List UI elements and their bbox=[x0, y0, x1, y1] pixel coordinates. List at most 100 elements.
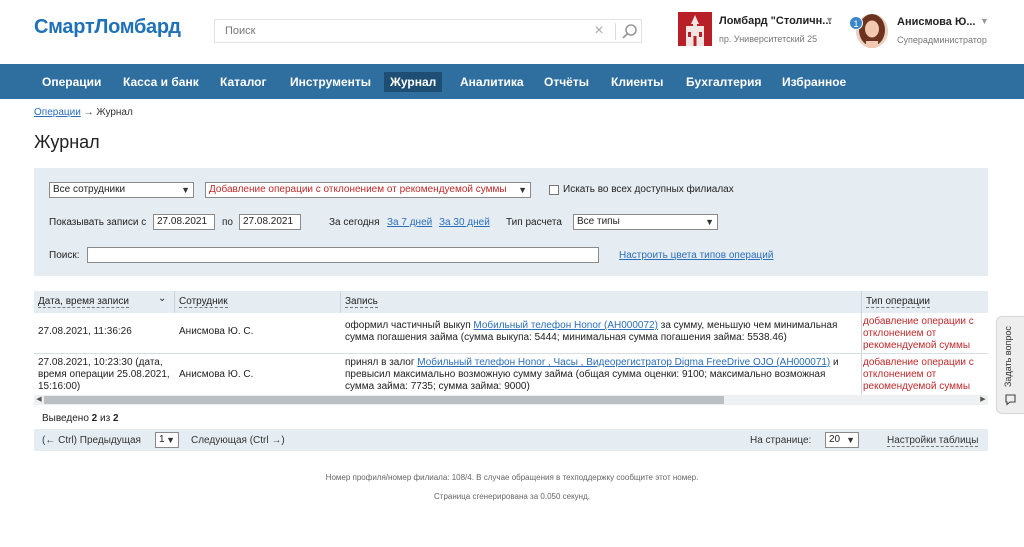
all-branches-checkbox[interactable] bbox=[549, 185, 559, 195]
search-label: Поиск: bbox=[49, 250, 80, 261]
journal-search-input[interactable] bbox=[87, 247, 599, 263]
row-employee: Анисмова Ю. С. bbox=[179, 326, 254, 337]
footer-generation-time: Страница сгенерирована за 0.050 секунд. bbox=[434, 492, 590, 501]
nav-item-catalog[interactable]: Каталог bbox=[214, 72, 273, 92]
next-page-button[interactable]: Следующая (Ctrl →) bbox=[191, 435, 285, 446]
scroll-right-icon[interactable]: ▶ bbox=[978, 395, 988, 405]
scrollbar-thumb[interactable] bbox=[44, 396, 724, 404]
footer-profile-info: Номер профиля/номер филиала: 108/4. В сл… bbox=[325, 473, 699, 482]
date-to-label: по bbox=[222, 217, 233, 228]
nav-item-reports[interactable]: Отчёты bbox=[538, 72, 595, 92]
user-name[interactable]: Анисмова Ю... bbox=[897, 16, 975, 28]
per-page-select-value: 20 bbox=[829, 434, 841, 445]
records-total: 2 bbox=[112, 413, 119, 424]
breadcrumb-arrow: → bbox=[83, 107, 94, 118]
date-to-input[interactable]: 27.08.2021 bbox=[239, 214, 301, 230]
chevron-down-icon: ▼ bbox=[846, 435, 855, 445]
nav-item-operations[interactable]: Операции bbox=[36, 72, 107, 92]
main-nav: Операции Касса и банк Каталог Инструмент… bbox=[0, 64, 1024, 99]
column-header-date[interactable]: Дата, время записи ⌄ bbox=[34, 291, 174, 313]
chevron-down-icon: ▼ bbox=[181, 185, 190, 195]
table-settings-link[interactable]: Настройки таблицы bbox=[887, 435, 979, 447]
employee-select-value: Все сотрудники bbox=[53, 184, 126, 195]
configure-colors-link[interactable]: Настроить цвета типов операций bbox=[619, 250, 773, 261]
chat-bubble-icon bbox=[1005, 394, 1016, 406]
ask-question-tab[interactable]: Задать вопрос bbox=[996, 316, 1024, 414]
sort-chevron-down-icon[interactable]: ⌄ bbox=[158, 288, 166, 310]
calc-type-label: Тип расчета bbox=[506, 217, 562, 228]
breadcrumb: Операции → Журнал bbox=[34, 107, 133, 118]
search-separator bbox=[615, 23, 616, 40]
branch-chevron-down-icon[interactable]: ▼ bbox=[825, 15, 834, 25]
row-record: принял в залог Мобильный телефон Honor ,… bbox=[345, 357, 857, 393]
row-record-item-link[interactable]: Мобильный телефон Honor , Часы , Видеоре… bbox=[417, 357, 830, 368]
column-separator bbox=[861, 291, 862, 395]
global-search-input[interactable] bbox=[223, 23, 583, 39]
per-page-select[interactable]: 20 ▼ bbox=[825, 432, 859, 448]
row-operation-type: добавление операции с отклонением от рек… bbox=[863, 316, 974, 351]
records-count: Выведено 2 из 2 bbox=[42, 413, 119, 424]
chevron-down-icon: ▼ bbox=[705, 217, 714, 227]
records-count-middle: из bbox=[97, 413, 113, 424]
calc-type-select[interactable]: Все типы ▼ bbox=[573, 214, 718, 230]
nav-item-accounting[interactable]: Бухгалтерия bbox=[680, 72, 768, 92]
nav-item-analytics[interactable]: Аналитика bbox=[454, 72, 530, 92]
pager: (← Ctrl) Предыдущая 1 ▼ Следующая (Ctrl →… bbox=[34, 429, 988, 451]
date-from-label: Показывать записи с bbox=[49, 217, 147, 228]
column-header-employee[interactable]: Сотрудник bbox=[175, 291, 340, 313]
column-header-employee-label: Сотрудник bbox=[179, 296, 228, 308]
calc-type-select-value: Все типы bbox=[577, 216, 620, 227]
nav-item-clients[interactable]: Клиенты bbox=[605, 72, 669, 92]
records-count-prefix: Выведено bbox=[42, 413, 92, 424]
column-separator bbox=[174, 291, 175, 313]
operation-type-select[interactable]: Добавление операции с отклонением от рек… bbox=[205, 182, 531, 198]
last-7-days-link[interactable]: За 7 дней bbox=[387, 217, 432, 228]
branch-address: пр. Университетский 25 bbox=[719, 34, 818, 44]
chevron-down-icon: ▼ bbox=[166, 435, 175, 445]
branch-image[interactable] bbox=[678, 12, 712, 46]
column-header-date-label: Дата, время записи bbox=[38, 296, 129, 308]
breadcrumb-current: Журнал bbox=[96, 107, 133, 118]
column-separator bbox=[340, 291, 341, 313]
nav-item-tools[interactable]: Инструменты bbox=[284, 72, 377, 92]
row-divider bbox=[34, 353, 988, 354]
ask-question-label: Задать вопрос bbox=[1003, 326, 1013, 387]
last-30-days-link[interactable]: За 30 дней bbox=[439, 217, 490, 228]
per-page-label: На странице: bbox=[750, 435, 812, 446]
row-record-item-link[interactable]: Мобильный телефон Honor (АН000072) bbox=[473, 320, 658, 331]
branch-name[interactable]: Ломбард "Столичн... bbox=[719, 15, 831, 27]
user-role: Суперадминистратор bbox=[897, 35, 987, 45]
row-record-text: оформил частичный выкуп bbox=[345, 320, 474, 331]
row-operation-type: добавление операции с отклонением от рек… bbox=[863, 357, 974, 392]
column-header-record-label: Запись bbox=[345, 296, 378, 308]
row-record-text: принял в залог bbox=[345, 357, 418, 368]
all-branches-label: Искать во всех доступных филиалах bbox=[563, 184, 734, 195]
prev-page-button[interactable]: (← Ctrl) Предыдущая bbox=[42, 435, 141, 446]
page-select[interactable]: 1 ▼ bbox=[155, 432, 179, 448]
global-search[interactable]: × bbox=[214, 19, 642, 43]
notifications-badge[interactable]: 1 bbox=[849, 16, 863, 30]
scroll-left-icon[interactable]: ◀ bbox=[34, 395, 44, 405]
horizontal-scrollbar[interactable]: ◀ ▶ bbox=[34, 395, 988, 405]
logo[interactable]: СмартЛомбард bbox=[34, 16, 181, 39]
user-chevron-down-icon[interactable]: ▼ bbox=[980, 16, 989, 26]
today-link[interactable]: За сегодня bbox=[329, 217, 379, 228]
row-date: 27.08.2021, 10:23:30 (дата, время операц… bbox=[38, 357, 170, 392]
row-date: 27.08.2021, 11:36:26 bbox=[38, 326, 132, 337]
search-icon[interactable] bbox=[621, 23, 639, 41]
page-title: Журнал bbox=[34, 132, 100, 152]
column-header-operation-type[interactable]: Тип операции bbox=[862, 291, 988, 313]
clear-search-icon[interactable]: × bbox=[591, 23, 607, 39]
nav-item-cash-bank[interactable]: Касса и банк bbox=[117, 72, 205, 92]
breadcrumb-link-operations[interactable]: Операции bbox=[34, 107, 81, 118]
filters-panel: Все сотрудники ▼ Добавление операции с от… bbox=[34, 168, 988, 276]
nav-item-favorites[interactable]: Избранное bbox=[776, 72, 852, 92]
date-from-input[interactable]: 27.08.2021 bbox=[153, 214, 215, 230]
column-header-operation-type-label: Тип операции bbox=[866, 296, 931, 308]
header: СмартЛомбард × Ломбард "Столичн... ▼ пр.… bbox=[0, 0, 1024, 64]
employee-select[interactable]: Все сотрудники ▼ bbox=[49, 182, 194, 198]
nav-item-journal[interactable]: Журнал bbox=[384, 72, 443, 92]
operation-type-select-value: Добавление операции с отклонением от рек… bbox=[209, 184, 507, 195]
column-header-record[interactable]: Запись bbox=[341, 291, 861, 313]
row-employee: Анисмова Ю. С. bbox=[179, 369, 254, 380]
